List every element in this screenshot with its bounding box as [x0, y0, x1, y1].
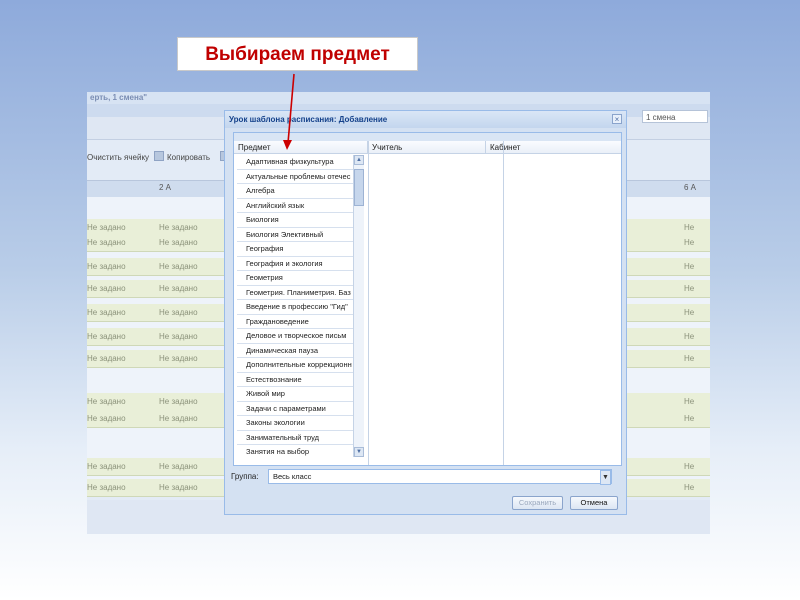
callout-label: Выбираем предмет [177, 37, 418, 71]
list-item[interactable]: Занятия на выбор [237, 445, 353, 457]
scroll-up-icon[interactable]: ▲ [354, 155, 364, 165]
list-item[interactable]: Актуальные проблемы отечес [237, 169, 353, 184]
copy-icon [154, 151, 164, 161]
cell-value[interactable]: Не задано [159, 280, 198, 297]
list-item[interactable]: Биология [237, 213, 353, 228]
list-item[interactable]: Адаптивная физкультура [237, 155, 353, 170]
list-item[interactable]: Живой мир [237, 387, 353, 402]
add-lesson-dialog: Урок шаблона расписания: Добавление × Пр… [224, 110, 627, 515]
list-item[interactable]: Законы экологии [237, 416, 353, 431]
save-button[interactable]: Сохранить [512, 496, 563, 510]
list-item[interactable]: Занимательный труд [237, 430, 353, 445]
group-row: Группа: Весь класс ▼ [231, 469, 623, 485]
cell-value[interactable]: Не задано [159, 393, 198, 410]
cell-value[interactable]: Не задано [159, 234, 198, 251]
cell-value[interactable]: Не задано [159, 410, 198, 427]
column-header-6a: 6 А [684, 183, 697, 192]
subject-list-scrollbar[interactable]: ▲ ▼ [353, 155, 364, 457]
group-value: Весь класс [273, 472, 312, 481]
list-item[interactable]: Деловое и творческое письм [237, 329, 353, 344]
cell-value[interactable]: Не задано [159, 328, 198, 345]
cell-value[interactable]: Не задано [159, 350, 198, 367]
list-item[interactable]: Английский язык [237, 198, 353, 213]
cell-value[interactable]: Не задано [159, 258, 198, 275]
cell-value[interactable]: Не задано [87, 458, 126, 475]
window-title: ерть, 1 смена" [87, 92, 710, 104]
cell-value[interactable]: Не задано [159, 304, 198, 321]
list-item[interactable]: Введение в профессию "Гид" [237, 300, 353, 315]
cell-value[interactable]: Не задано [87, 234, 126, 251]
list-item[interactable]: География и экология [237, 256, 353, 271]
list-item[interactable]: Геометрия [237, 271, 353, 286]
cell-value[interactable]: Не задано [159, 479, 198, 496]
column-header-subject[interactable]: Предмет [234, 141, 368, 154]
cell-value[interactable]: Не задано [87, 328, 126, 345]
list-item[interactable]: Динамическая пауза [237, 343, 353, 358]
clear-cell-button[interactable]: Очистить ячейку [87, 151, 149, 165]
cell-value[interactable]: Не задано [87, 479, 126, 496]
list-item[interactable]: География [237, 242, 353, 257]
list-item[interactable]: Биология Элективный [237, 227, 353, 242]
cell-value[interactable]: Не задано [87, 304, 126, 321]
dialog-title: Урок шаблона расписания: Добавление [225, 111, 626, 128]
scroll-down-icon[interactable]: ▼ [354, 447, 364, 457]
group-label: Группа: [231, 472, 259, 481]
list-item[interactable]: Дополнительные коррекционн [237, 358, 353, 373]
copy-button[interactable]: Копировать [154, 151, 210, 165]
list-item[interactable]: Естествознание [237, 372, 353, 387]
column-divider [368, 141, 369, 465]
group-select[interactable]: Весь класс ▼ [268, 469, 612, 485]
cell-value[interactable]: Не задано [87, 350, 126, 367]
grid-band [234, 133, 621, 141]
cancel-button[interactable]: Отмена [570, 496, 618, 510]
list-item[interactable]: Граждановедение [237, 314, 353, 329]
clear-cell-label: Очистить ячейку [87, 153, 150, 162]
column-header-2a: 2 А [159, 183, 172, 192]
chevron-down-icon[interactable]: ▼ [600, 470, 611, 485]
cell-value[interactable]: Не задано [87, 393, 126, 410]
scroll-thumb[interactable] [354, 169, 364, 206]
copy-label: Копировать [167, 153, 211, 162]
column-header-room[interactable]: Кабинет [486, 141, 621, 154]
column-divider [503, 141, 504, 465]
cell-value[interactable]: Не задано [159, 458, 198, 475]
subject-dropdown-list: Адаптивная физкультура Актуальные пробле… [237, 155, 353, 457]
list-item[interactable]: Задачи с параметрами [237, 401, 353, 416]
cell-value[interactable]: Не задано [87, 280, 126, 297]
column-header-teacher[interactable]: Учитель [368, 141, 486, 154]
cell-value[interactable]: Не задано [87, 258, 126, 275]
lesson-grid: Предмет Учитель Кабинет Адаптивная физку… [233, 132, 622, 466]
list-item[interactable]: Геометрия. Планиметрия. Баз [237, 285, 353, 300]
cell-value[interactable]: Не задано [87, 410, 126, 427]
list-item[interactable]: Алгебра [237, 184, 353, 199]
shift-field[interactable]: 1 смена [642, 110, 708, 123]
close-icon[interactable]: × [612, 114, 622, 124]
